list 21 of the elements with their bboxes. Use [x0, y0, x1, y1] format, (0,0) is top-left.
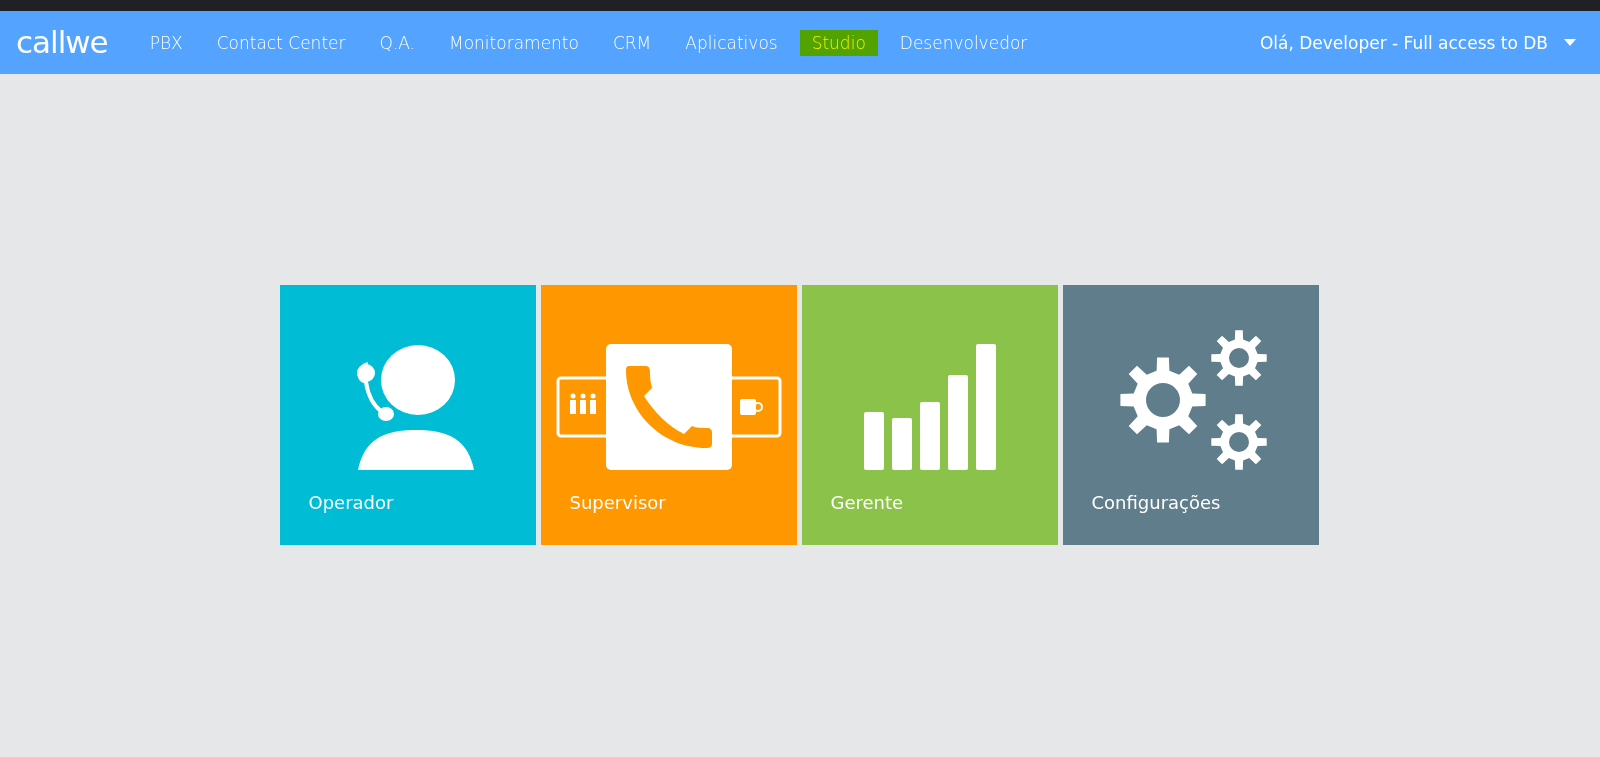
nav-link[interactable]: PBX	[137, 29, 195, 56]
nav-link[interactable]: Desenvolvedor	[887, 29, 1040, 56]
user-menu[interactable]: Olá, Developer - Full access to DB	[1259, 32, 1576, 53]
nav-link[interactable]: CRM	[600, 29, 664, 56]
nav-link[interactable]: Contact Center	[204, 29, 358, 56]
nav-link[interactable]: Aplicativos	[673, 29, 790, 56]
tile-label: Gerente	[829, 491, 904, 513]
caret-icon	[1564, 39, 1576, 46]
logo[interactable]: callwe	[16, 27, 108, 58]
phone-panel-icon	[555, 344, 782, 470]
app-tile[interactable]: Operador	[279, 285, 536, 545]
app-tile[interactable]: Supervisor	[540, 285, 797, 545]
app-tile[interactable]: Gerente	[801, 285, 1058, 545]
nav-link[interactable]: Studio	[799, 29, 878, 56]
app-tile[interactable]: Configurações	[1062, 285, 1319, 545]
bar-chart-icon	[863, 344, 996, 470]
nav-link[interactable]: Monitoramento	[437, 29, 591, 56]
nav-link[interactable]: Q.A.	[367, 29, 428, 56]
tile-label: Operador	[307, 491, 394, 513]
tile-label: Supervisor	[568, 491, 666, 513]
tile-label: Configurações	[1090, 491, 1221, 513]
